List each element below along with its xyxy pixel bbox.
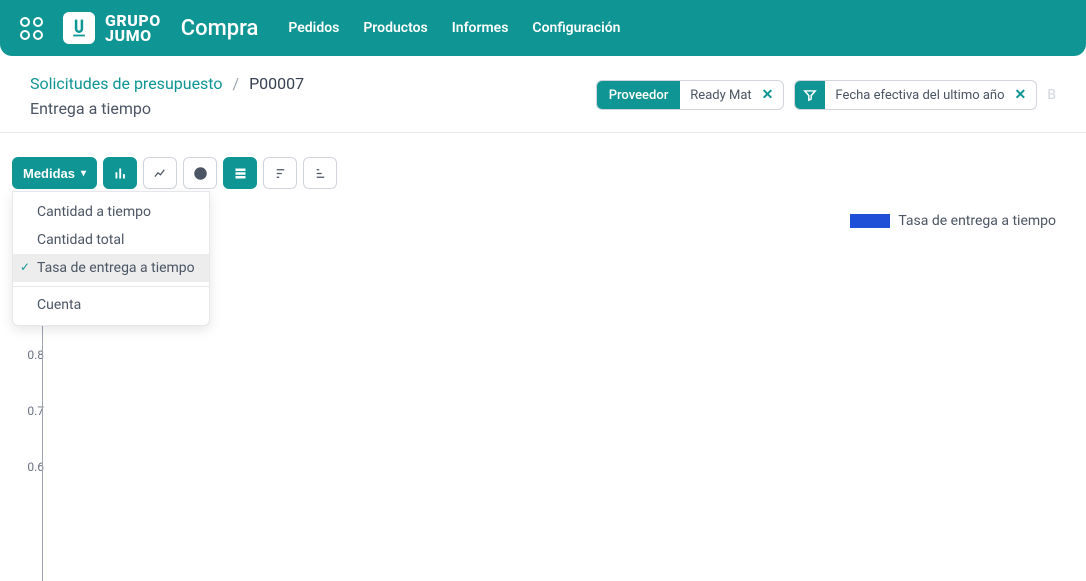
measures-dropdown: Cantidad a tiempo Cantidad total Tasa de… [12,191,210,326]
y-tick: 0.8 [20,327,1066,383]
brand-logo[interactable]: GRUPO JUMO [63,12,161,44]
close-icon[interactable]: ✕ [1015,87,1037,103]
legend-swatch [850,214,890,228]
filter-proveedor[interactable]: Proveedor Ready Mat ✕ [596,80,785,110]
trailing-indicator: B [1047,87,1056,103]
sort-desc-button[interactable] [263,157,297,189]
app-title: Compra [181,16,259,41]
nav-configuracion[interactable]: Configuración [532,20,620,36]
main-nav: Pedidos Productos Informes Configuración [288,20,620,36]
apps-icon[interactable] [20,17,43,40]
sort-asc-button[interactable] [303,157,337,189]
chevron-down-icon: ▾ [81,168,86,179]
logo-badge [63,12,95,44]
page-title: Entrega a tiempo [30,99,304,118]
filter-value: Fecha efectiva del ultimo año [825,88,1014,103]
line-chart-button[interactable] [143,157,177,189]
measure-option-cantidad-total[interactable]: Cantidad total [13,226,209,254]
chart-legend: Tasa de entrega a tiempo [850,213,1056,229]
brand-name: GRUPO JUMO [105,13,161,43]
nav-productos[interactable]: Productos [363,20,427,36]
dropdown-divider [13,286,209,287]
filter-icon [795,81,825,109]
pie-chart-button[interactable] [183,157,217,189]
stacked-chart-button[interactable] [223,157,257,189]
nav-informes[interactable]: Informes [452,20,509,36]
breadcrumb-current: P00007 [249,74,304,93]
nav-pedidos[interactable]: Pedidos [288,20,339,36]
measure-option-cuenta[interactable]: Cuenta [13,291,209,319]
filter-bar: Proveedor Ready Mat ✕ Fecha efectiva del… [596,74,1056,110]
close-icon[interactable]: ✕ [762,87,784,103]
measure-option-tasa-entrega[interactable]: Tasa de entrega a tiempo [13,254,209,282]
breadcrumb-separator: / [232,74,239,93]
filter-tag-label: Proveedor [597,81,681,109]
y-tick: 0.7 [20,383,1066,439]
filter-fecha[interactable]: Fecha efectiva del ultimo año ✕ [794,80,1037,110]
breadcrumb-parent[interactable]: Solicitudes de presupuesto [30,74,223,93]
y-axis-line [42,321,43,581]
measures-button[interactable]: Medidas ▾ [12,157,97,189]
measure-option-cantidad-tiempo[interactable]: Cantidad a tiempo [13,198,209,226]
y-tick: 0.6 [20,439,1066,495]
y-axis: 0.8 0.7 0.6 [20,327,1066,495]
breadcrumb: Solicitudes de presupuesto / P00007 [30,74,304,93]
legend-label: Tasa de entrega a tiempo [898,213,1056,229]
bar-chart-button[interactable] [103,157,137,189]
toolbar: Medidas ▾ Cantidad a tiempo Cantidad tot… [0,133,1086,197]
filter-value: Ready Mat [680,88,761,103]
